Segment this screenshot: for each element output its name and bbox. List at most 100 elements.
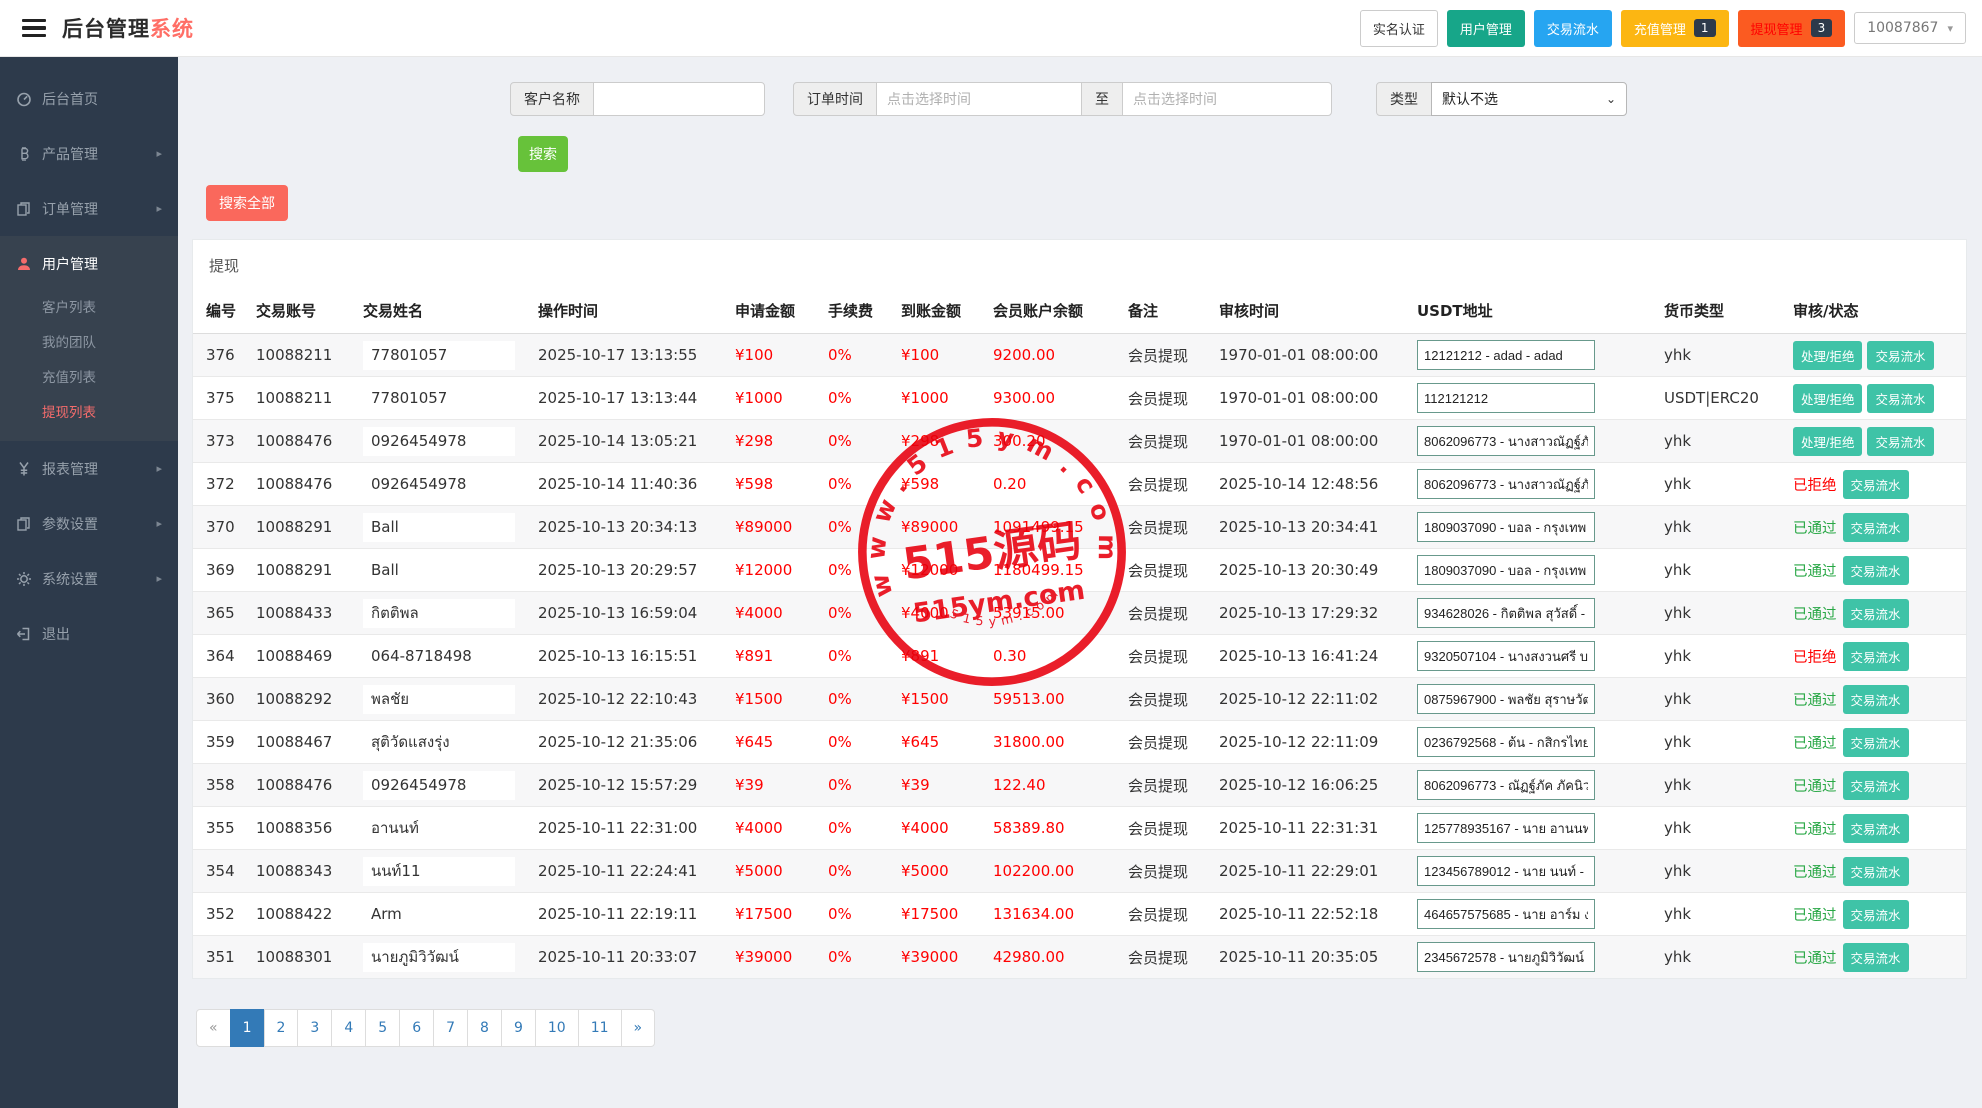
trade-flow-button[interactable]: 交易流水 <box>1867 341 1933 370</box>
sidebar-subitem-customer-list[interactable]: 客户列表 <box>0 291 178 326</box>
trade-flow-button[interactable]: 交易流水 <box>1867 384 1933 413</box>
sidebar-item-reports[interactable]: 报表管理▸ <box>0 441 178 496</box>
page-button-6[interactable]: 6 <box>399 1009 434 1047</box>
usdt-address-input[interactable] <box>1417 770 1595 800</box>
cell-op-time: 2025-10-17 13:13:44 <box>530 377 727 420</box>
page-button-9[interactable]: 9 <box>501 1009 536 1047</box>
page-button-5[interactable]: 5 <box>365 1009 400 1047</box>
trade-flow-button[interactable]: 交易流水 <box>1534 10 1612 47</box>
page-button-1[interactable]: 1 <box>230 1009 265 1047</box>
recharge-manage-button[interactable]: 充值管理1 <box>1621 10 1729 47</box>
cell-currency: yhk <box>1656 850 1785 893</box>
column-header: 操作时间 <box>530 288 727 334</box>
usdt-address-input[interactable] <box>1417 512 1595 542</box>
status-text: 已通过 <box>1793 822 1837 838</box>
sidebar-subitem-recharge-list[interactable]: 充值列表 <box>0 361 178 396</box>
table-row: 35410088343นนท์112025-10-11 22:24:41¥500… <box>193 850 1966 893</box>
sidebar-item-product[interactable]: 产品管理▸ <box>0 126 178 181</box>
start-time-input[interactable] <box>876 82 1082 116</box>
trade-flow-button[interactable]: 交易流水 <box>1843 771 1909 800</box>
cell-fee: 0% <box>820 678 893 721</box>
page-prev-button[interactable]: « <box>196 1009 231 1047</box>
cell-account: 10088291 <box>248 506 355 549</box>
trade-flow-button[interactable]: 交易流水 <box>1843 728 1909 757</box>
trade-flow-button[interactable]: 交易流水 <box>1843 685 1909 714</box>
customer-name-input[interactable] <box>593 82 765 116</box>
cell-audit-time: 1970-01-01 08:00:00 <box>1211 377 1409 420</box>
column-header: 货币类型 <box>1656 288 1785 334</box>
search-button[interactable]: 搜索 <box>518 136 568 172</box>
trade-flow-button[interactable]: 交易流水 <box>1843 943 1909 972</box>
cell-amount: ¥17500 <box>727 893 820 936</box>
usdt-address-input[interactable] <box>1417 684 1595 714</box>
sidebar-item-system[interactable]: 系统设置▸ <box>0 551 178 606</box>
trade-flow-button[interactable]: 交易流水 <box>1843 599 1909 628</box>
usdt-address-input[interactable] <box>1417 856 1595 886</box>
cell-received: ¥891 <box>893 635 985 678</box>
menu-group-orders: 订单管理▸ <box>0 181 178 236</box>
cell-actions: 已拒绝交易流水 <box>1785 463 1966 506</box>
process-reject-button[interactable]: 处理/拒绝 <box>1793 427 1862 456</box>
cell-account: 10088433 <box>248 592 355 635</box>
process-reject-button[interactable]: 处理/拒绝 <box>1793 384 1862 413</box>
trade-flow-button[interactable]: 交易流水 <box>1843 513 1909 542</box>
usdt-address-input[interactable] <box>1417 598 1595 628</box>
usdt-address-input[interactable] <box>1417 727 1595 757</box>
usdt-address-input[interactable] <box>1417 469 1595 499</box>
cell-amount: ¥39 <box>727 764 820 807</box>
trade-flow-button[interactable]: 交易流水 <box>1843 814 1909 843</box>
usdt-address-input[interactable] <box>1417 340 1595 370</box>
cell-amount: ¥89000 <box>727 506 820 549</box>
cell-fee: 0% <box>820 506 893 549</box>
cell-actions: 已通过交易流水 <box>1785 764 1966 807</box>
usdt-address-input[interactable] <box>1417 426 1595 456</box>
process-reject-button[interactable]: 处理/拒绝 <box>1793 341 1862 370</box>
page-button-4[interactable]: 4 <box>331 1009 366 1047</box>
cell-actions: 已通过交易流水 <box>1785 721 1966 764</box>
panel-title: 提现 <box>193 240 1966 288</box>
sidebar-item-logout[interactable]: 退出 <box>0 606 178 661</box>
type-select[interactable]: 默认不选 ⌄ <box>1431 82 1627 116</box>
trade-flow-button[interactable]: 交易流水 <box>1843 642 1909 671</box>
usdt-address-input[interactable] <box>1417 899 1595 929</box>
account-menu-button[interactable]: 10087867 ▾ <box>1854 12 1966 44</box>
cell-received: ¥4000 <box>893 807 985 850</box>
sidebar-item-params[interactable]: 参数设置▸ <box>0 496 178 551</box>
trade-flow-button[interactable]: 交易流水 <box>1867 427 1933 456</box>
cell-currency: yhk <box>1656 420 1785 463</box>
page-button-10[interactable]: 10 <box>535 1009 579 1047</box>
page-button-2[interactable]: 2 <box>264 1009 299 1047</box>
usdt-address-input[interactable] <box>1417 641 1595 671</box>
trade-flow-button[interactable]: 交易流水 <box>1843 470 1909 499</box>
usdt-address-input[interactable] <box>1417 555 1595 585</box>
menu-group-logout: 退出 <box>0 606 178 661</box>
page-button-7[interactable]: 7 <box>433 1009 468 1047</box>
cell-usdt-address <box>1409 592 1656 635</box>
sidebar-subitem-withdraw-list[interactable]: 提现列表 <box>0 396 178 431</box>
end-time-input[interactable] <box>1122 82 1332 116</box>
hamburger-menu-icon[interactable] <box>22 19 46 38</box>
withdraw-table: 编号交易账号交易姓名操作时间申请金额手续费到账金额会员账户余额备注审核时间USD… <box>193 288 1966 978</box>
sidebar-item-users[interactable]: 用户管理 <box>0 236 178 291</box>
usdt-address-input[interactable] <box>1417 942 1595 972</box>
sidebar-item-home[interactable]: 后台首页 <box>0 71 178 126</box>
sidebar-subitem-my-team[interactable]: 我的团队 <box>0 326 178 361</box>
cell-op-time: 2025-10-11 22:24:41 <box>530 850 727 893</box>
cell-usdt-address <box>1409 377 1656 420</box>
page-button-11[interactable]: 11 <box>578 1009 622 1047</box>
withdraw-manage-button[interactable]: 提现管理3 <box>1738 10 1846 47</box>
cell-currency: yhk <box>1656 463 1785 506</box>
cell-op-time: 2025-10-12 21:35:06 <box>530 721 727 764</box>
trade-flow-button[interactable]: 交易流水 <box>1843 900 1909 929</box>
page-button-8[interactable]: 8 <box>467 1009 502 1047</box>
search-all-button[interactable]: 搜索全部 <box>206 185 288 221</box>
usdt-address-input[interactable] <box>1417 383 1595 413</box>
page-next-button[interactable]: » <box>621 1009 656 1047</box>
page-button-3[interactable]: 3 <box>297 1009 332 1047</box>
sidebar-item-orders[interactable]: 订单管理▸ <box>0 181 178 236</box>
trade-flow-button[interactable]: 交易流水 <box>1843 857 1909 886</box>
usdt-address-input[interactable] <box>1417 813 1595 843</box>
trade-flow-button[interactable]: 交易流水 <box>1843 556 1909 585</box>
user-manage-button[interactable]: 用户管理 <box>1447 10 1525 47</box>
realname-auth-button[interactable]: 实名认证 <box>1360 10 1438 47</box>
